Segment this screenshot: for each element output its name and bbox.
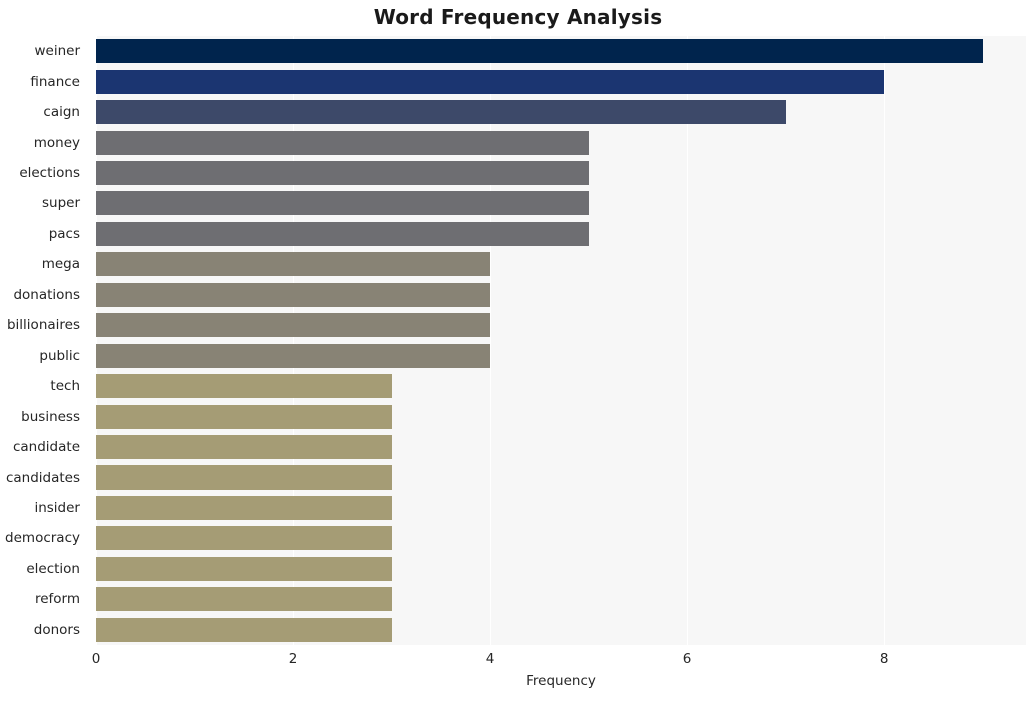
y-axis-tick-label: business	[21, 408, 80, 425]
bar-row[interactable]	[96, 158, 1026, 188]
y-axis-tick-label: caign	[43, 104, 80, 121]
y-axis-labels: weiner finance caign money elections super pac…	[0, 36, 88, 645]
bar[interactable]	[96, 465, 392, 490]
y-axis-tick-label: super	[41, 195, 80, 212]
bar-row[interactable]	[96, 371, 1026, 401]
plot-area	[96, 36, 1026, 645]
bar[interactable]	[96, 435, 392, 460]
bar[interactable]	[96, 617, 392, 642]
bar-row[interactable]	[96, 523, 1026, 553]
bar-row[interactable]	[96, 554, 1026, 584]
y-axis-tick-label: money	[33, 134, 80, 151]
y-axis-tick-label: billionaires	[6, 317, 80, 334]
bar[interactable]	[96, 404, 392, 429]
x-axis-tick-label: 6	[682, 651, 692, 667]
bar-row[interactable]	[96, 462, 1026, 492]
word-frequency-chart: Word Frequency Analysis weiner finance cai…	[0, 0, 1036, 701]
bar-row[interactable]	[96, 341, 1026, 371]
bar[interactable]	[96, 526, 392, 551]
y-axis-tick-label: candidate	[12, 439, 80, 456]
bar-row[interactable]	[96, 432, 1026, 462]
bar[interactable]	[96, 69, 885, 94]
y-axis-tick-label: donations	[13, 286, 80, 303]
bar[interactable]	[96, 39, 983, 64]
y-axis-tick-label: weiner	[34, 43, 80, 60]
y-axis-tick-label: election	[26, 560, 80, 577]
bar[interactable]	[96, 374, 392, 399]
y-axis-tick-label: finance	[30, 73, 80, 90]
y-axis-tick-label: candidates	[5, 469, 80, 486]
bar-row[interactable]	[96, 493, 1026, 523]
bar-row[interactable]	[96, 66, 1026, 96]
bar[interactable]	[96, 191, 589, 216]
x-axis-tick-label: 4	[485, 651, 495, 667]
x-axis-tick-label: 2	[288, 651, 298, 667]
bar-row[interactable]	[96, 249, 1026, 279]
y-axis-tick-label: donors	[33, 621, 80, 638]
y-axis-tick-label: mega	[41, 256, 80, 273]
y-axis-tick-label: insider	[34, 499, 80, 516]
bar[interactable]	[96, 343, 491, 368]
x-axis-ticks: 0 2 4 6 8	[92, 645, 1026, 669]
bar-row[interactable]	[96, 401, 1026, 431]
bar[interactable]	[96, 495, 392, 520]
bar-row[interactable]	[96, 615, 1026, 645]
bar-row[interactable]	[96, 127, 1026, 157]
bar[interactable]	[96, 252, 491, 277]
y-axis-tick-label: pacs	[48, 225, 80, 242]
bar[interactable]	[96, 160, 589, 186]
y-axis-tick-label: democracy	[5, 530, 80, 547]
bar-row[interactable]	[96, 219, 1026, 249]
bar[interactable]	[96, 221, 589, 246]
y-axis-tick-label: tech	[50, 378, 80, 395]
x-axis-title: Frequency	[526, 673, 596, 689]
bar-row[interactable]	[96, 97, 1026, 127]
bars-container	[96, 36, 1026, 645]
y-axis-tick-label: reform	[34, 591, 80, 608]
bar-row[interactable]	[96, 188, 1026, 218]
bar[interactable]	[96, 282, 491, 307]
bar[interactable]	[96, 313, 491, 338]
bar[interactable]	[96, 130, 589, 155]
bar[interactable]	[96, 100, 786, 125]
y-axis-tick-label: elections	[19, 165, 80, 182]
y-axis-tick-label: public	[39, 347, 80, 364]
bar-row[interactable]	[96, 280, 1026, 310]
bar-row[interactable]	[96, 310, 1026, 340]
x-axis-tick-label: 8	[879, 651, 889, 667]
chart-title: Word Frequency Analysis	[373, 5, 663, 29]
bar[interactable]	[96, 556, 392, 581]
bar-row[interactable]	[96, 36, 1026, 66]
bar[interactable]	[96, 587, 392, 612]
bar-row[interactable]	[96, 584, 1026, 614]
x-axis-tick-label: 0	[91, 651, 101, 667]
